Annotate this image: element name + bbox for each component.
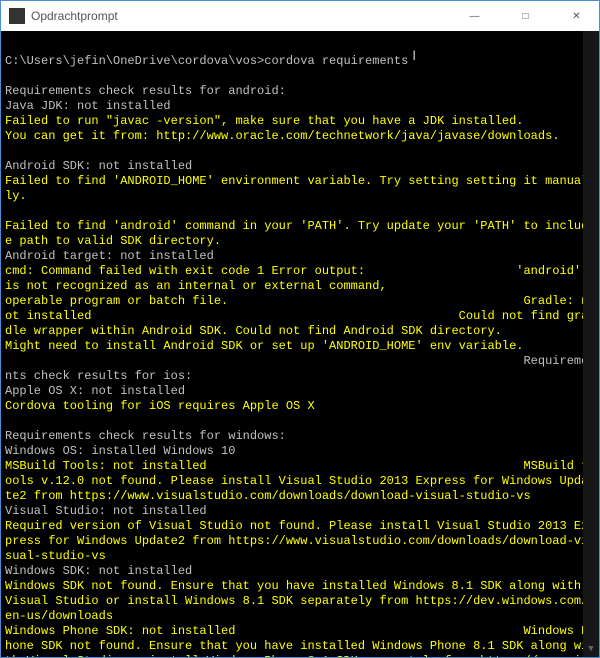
output-warning: Windows SDK not found. Ensure that you h… [5,579,588,623]
prompt-line: C:\Users\jefin\OneDrive\cordova\vos>cord… [5,54,408,68]
output-warning: Cordova tooling for iOS requires Apple O… [5,399,315,413]
cmd-icon [9,8,25,24]
close-button[interactable]: ✕ [554,1,599,31]
output-line: Visual Studio: not installed [5,504,207,518]
output-warning: operable program or batch file. Gradle: … [5,294,588,338]
output-line: Windows OS: installed Windows 10 [5,444,235,458]
output-line: Java JDK: not installed [5,99,171,113]
output-warning: MSBuild Tools: not installed MSBuild too… [5,459,588,503]
output-warning: Might need to install Android SDK or set… [5,339,523,353]
scrollbar[interactable]: ▼ [583,31,599,657]
output-line: Requirements check results for ios: [5,354,588,383]
terminal-output[interactable]: C:\Users\jefin\OneDrive\cordova\vos>cord… [1,31,599,657]
text-cursor-icon: I [412,48,416,63]
output-warning: Windows Phone SDK: not installed Windows… [5,624,588,657]
output-warning: Failed to run "javac -version", make sur… [5,114,523,128]
maximize-button[interactable]: □ [503,1,548,31]
output-line: Apple OS X: not installed [5,384,185,398]
window-title: Opdrachtprompt [31,9,446,23]
scroll-down-icon[interactable]: ▼ [583,641,599,657]
minimize-button[interactable]: — [452,1,497,31]
output-warning: Required version of Visual Studio not fo… [5,519,588,563]
output-line: Android target: not installed [5,249,214,263]
output-warning: cmd: Command failed with exit code 1 Err… [5,264,588,293]
titlebar[interactable]: Opdrachtprompt — □ ✕ [1,1,599,31]
output-line: Android SDK: not installed [5,159,192,173]
output-warning: Failed to find 'android' command in your… [5,219,588,248]
output-line: Requirements check results for windows: [5,429,286,443]
output-line: Windows SDK: not installed [5,564,192,578]
output-line: Requirements check results for android: [5,84,286,98]
output-warning: Failed to find 'ANDROID_HOME' environmen… [5,174,588,203]
output-warning: You can get it from: http://www.oracle.c… [5,129,560,143]
command-prompt-window: Opdrachtprompt — □ ✕ C:\Users\jefin\OneD… [0,0,600,658]
